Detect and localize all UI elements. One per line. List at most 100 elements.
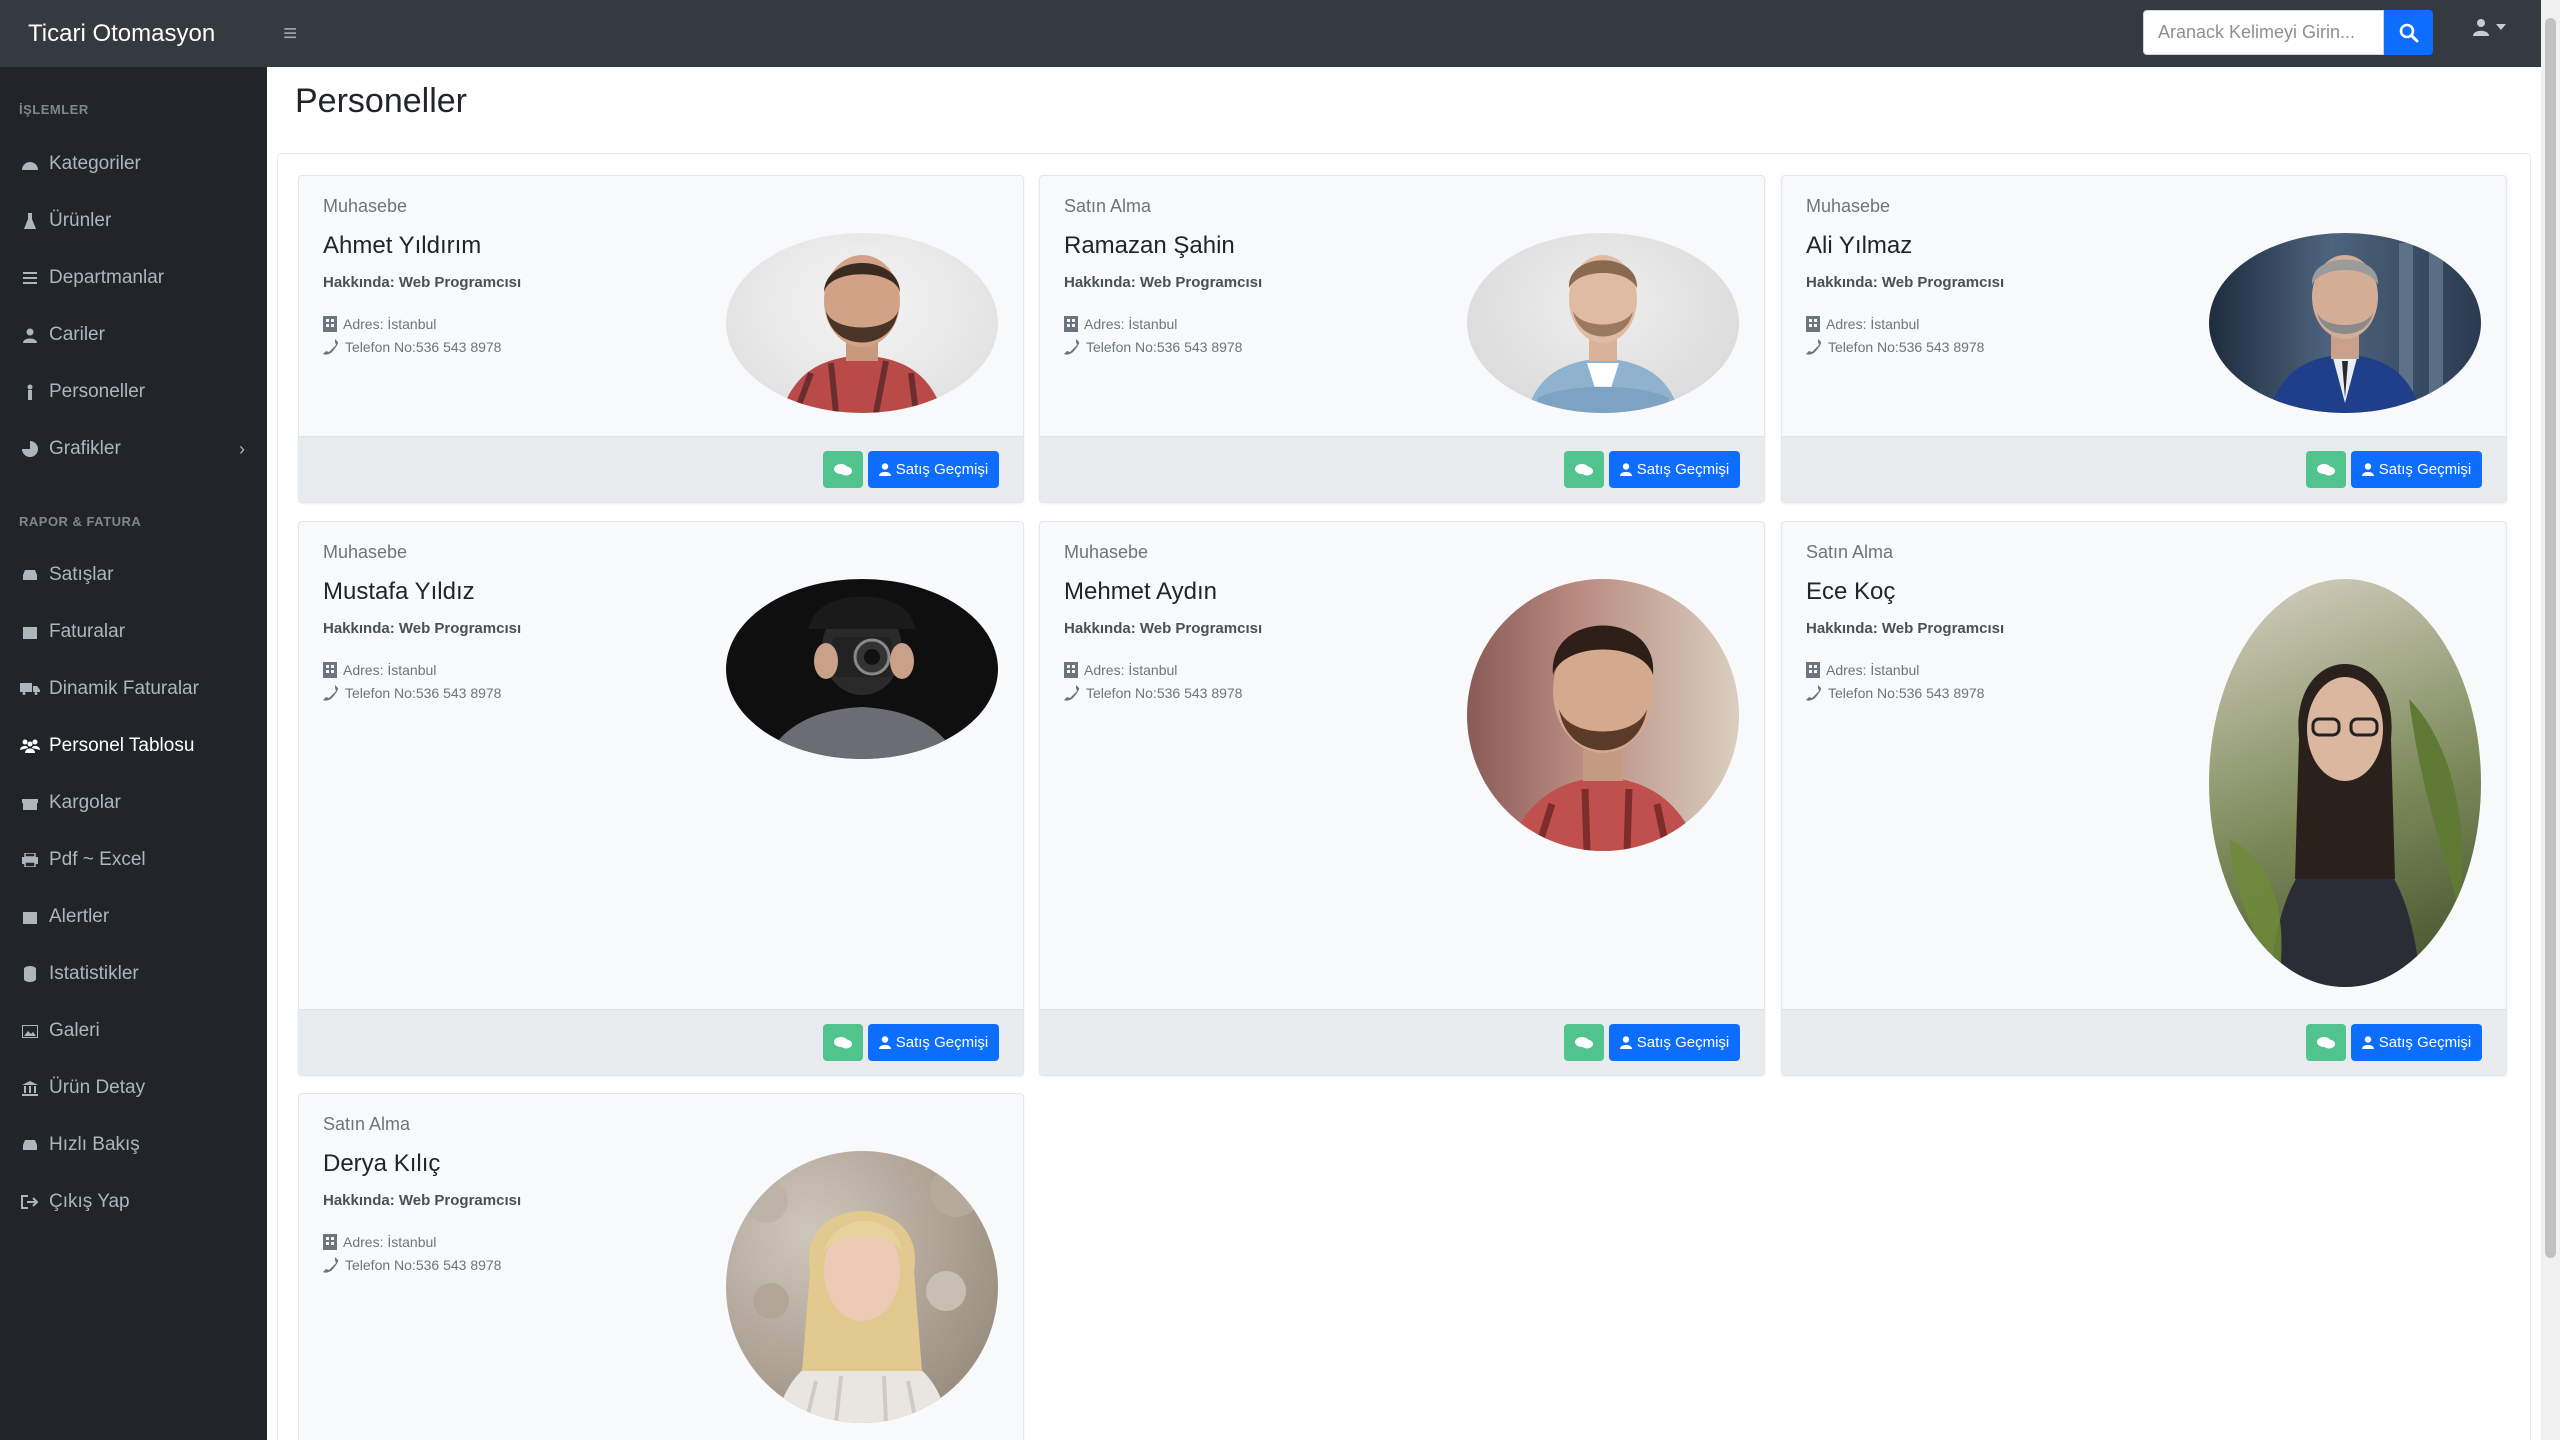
phone-icon xyxy=(1064,685,1080,701)
card-name: Ramazan Şahin xyxy=(1064,232,1235,259)
message-button[interactable] xyxy=(823,451,863,488)
sales-history-button[interactable]: Satış Geçmişi xyxy=(2351,1024,2482,1061)
comments-icon xyxy=(834,463,852,475)
scrollbar-thumb[interactable] xyxy=(2545,18,2556,1258)
sales-history-label: Satış Geçmişi xyxy=(2378,461,2472,478)
sidebar-item-label: Departmanlar xyxy=(49,267,165,288)
card-department: Satın Alma xyxy=(323,1114,411,1134)
sidebar-item-label: Personeller xyxy=(49,381,146,402)
building-icon xyxy=(323,1234,337,1250)
card-address: Adres: İstanbul xyxy=(1806,662,1919,678)
message-button[interactable] xyxy=(1564,451,1604,488)
tachometer-icon xyxy=(19,153,41,175)
search-input[interactable] xyxy=(2143,10,2384,55)
phone-icon xyxy=(1806,685,1822,701)
search-button[interactable] xyxy=(2384,10,2433,55)
sidebar-toggle-icon[interactable]: ≡ xyxy=(283,20,297,48)
sidebar-heading-rapor-fatura: RAPOR & FATURA xyxy=(19,514,142,529)
user-dropdown[interactable] xyxy=(2472,18,2506,36)
comments-icon xyxy=(2317,1036,2335,1048)
card-address: Adres: İstanbul xyxy=(323,316,436,332)
personnel-card: Muhasebe Ahmet Yıldırım Hakkında: Web Pr… xyxy=(298,175,1024,503)
sidebar-item-alertler[interactable]: Alertler xyxy=(0,897,267,937)
message-button[interactable] xyxy=(2306,451,2346,488)
sidebar-item-urun-detay[interactable]: Ürün Detay xyxy=(0,1068,267,1108)
card-phone-text: Telefon No:536 543 8978 xyxy=(1828,685,1985,701)
personnel-card: Satın Alma Ramazan Şahin Hakkında: Web P… xyxy=(1039,175,1765,503)
sidebar-item-hizli-bakis[interactable]: Hızlı Bakış xyxy=(0,1125,267,1165)
message-button[interactable] xyxy=(2306,1024,2346,1061)
card-address-text: Adres: İstanbul xyxy=(1826,316,1920,332)
sales-history-button[interactable]: Satış Geçmişi xyxy=(1609,1024,1740,1061)
sales-history-button[interactable]: Satış Geçmişi xyxy=(1609,451,1740,488)
card-address: Adres: İstanbul xyxy=(1064,662,1177,678)
card-address: Adres: İstanbul xyxy=(1064,316,1177,332)
search-bar xyxy=(2143,10,2433,55)
sidebar-item-dinamik-faturalar[interactable]: Dinamik Faturalar xyxy=(0,669,267,709)
card-address-text: Adres: İstanbul xyxy=(1084,662,1178,678)
person-photo-illustration xyxy=(1527,255,1679,413)
card-about: Hakkında: Web Programcısı xyxy=(1806,274,2005,291)
phone-icon xyxy=(1064,339,1080,355)
card-footer: Satış Geçmişi xyxy=(1782,1009,2506,1075)
sidebar-item-label: Hızlı Bakış xyxy=(49,1134,140,1155)
card-about: Hakkında: Web Programcısı xyxy=(1806,620,2005,637)
sidebar-item-urunler[interactable]: Ürünler xyxy=(0,201,267,241)
card-address-text: Adres: İstanbul xyxy=(1084,316,1178,332)
sidebar-item-label: Satışlar xyxy=(49,564,114,585)
personnel-photo xyxy=(2209,233,2481,413)
card-department: Muhasebe xyxy=(1064,542,1149,562)
user-icon xyxy=(878,463,891,476)
building-icon xyxy=(1064,316,1078,332)
message-button[interactable] xyxy=(1564,1024,1604,1061)
sidebar-item-grafikler[interactable]: Grafikler › xyxy=(0,429,267,469)
sidebar-item-satislar[interactable]: Satışlar xyxy=(0,555,267,595)
sidebar-item-departmanlar[interactable]: Departmanlar xyxy=(0,258,267,298)
sign-out-icon xyxy=(19,1191,41,1213)
sidebar-item-cikis-yap[interactable]: Çıkış Yap xyxy=(0,1182,267,1222)
user-icon xyxy=(19,324,41,346)
personnel-card: Muhasebe Mustafa Yıldız Hakkında: Web Pr… xyxy=(298,521,1024,1076)
sidebar-item-label: Alertler xyxy=(49,906,110,927)
personnel-photo xyxy=(726,1151,998,1423)
sidebar-item-kategoriler[interactable]: Kategoriler xyxy=(0,144,267,184)
card-phone: Telefon No:536 543 8978 xyxy=(1064,685,1242,701)
person-icon xyxy=(19,381,41,403)
card-footer: Satış Geçmişi xyxy=(299,1009,1023,1075)
sidebar-item-pdf-excel[interactable]: Pdf ~ Excel xyxy=(0,840,267,880)
car-icon xyxy=(19,564,41,586)
sidebar-item-kargolar[interactable]: Kargolar xyxy=(0,783,267,823)
building-icon xyxy=(1806,662,1820,678)
card-name: Ahmet Yıldırım xyxy=(323,232,482,259)
app-brand[interactable]: Ticari Otomasyon xyxy=(0,20,267,48)
calendar-icon xyxy=(19,906,41,928)
sidebar-item-personeller[interactable]: Personeller xyxy=(0,372,267,412)
personnel-photo xyxy=(2209,579,2481,987)
page-scrollbar[interactable] xyxy=(2541,0,2560,1440)
card-address-text: Adres: İstanbul xyxy=(343,316,437,332)
card-footer: Satış Geçmişi xyxy=(1040,436,1764,502)
building-icon xyxy=(323,316,337,332)
sidebar-item-label: Personel Tablosu xyxy=(49,735,195,756)
sales-history-label: Satış Geçmişi xyxy=(895,1034,989,1051)
caret-down-icon xyxy=(2496,24,2506,30)
card-phone-text: Telefon No:536 543 8978 xyxy=(1086,685,1243,701)
sidebar-item-faturalar[interactable]: Faturalar xyxy=(0,612,267,652)
calendar-icon xyxy=(19,621,41,643)
sales-history-label: Satış Geçmişi xyxy=(1636,1034,1730,1051)
sidebar-item-galeri[interactable]: Galeri xyxy=(0,1011,267,1051)
card-name: Mustafa Yıldız xyxy=(323,578,475,605)
person-photo-illustration xyxy=(1507,625,1699,851)
person-photo-illustration xyxy=(766,596,958,759)
sidebar: İŞLEMLER Kategoriler Ürünler Departmanla… xyxy=(0,67,267,1440)
phone-icon xyxy=(323,685,339,701)
sales-history-button[interactable]: Satış Geçmişi xyxy=(868,451,999,488)
sidebar-item-cariler[interactable]: Cariler xyxy=(0,315,267,355)
card-phone-text: Telefon No:536 543 8978 xyxy=(345,685,502,701)
sidebar-item-istatistikler[interactable]: Istatistikler xyxy=(0,954,267,994)
phone-icon xyxy=(323,339,339,355)
sales-history-button[interactable]: Satış Geçmişi xyxy=(868,1024,999,1061)
message-button[interactable] xyxy=(823,1024,863,1061)
sidebar-item-personel-tablosu[interactable]: Personel Tablosu xyxy=(0,726,267,766)
sales-history-button[interactable]: Satış Geçmişi xyxy=(2351,451,2482,488)
